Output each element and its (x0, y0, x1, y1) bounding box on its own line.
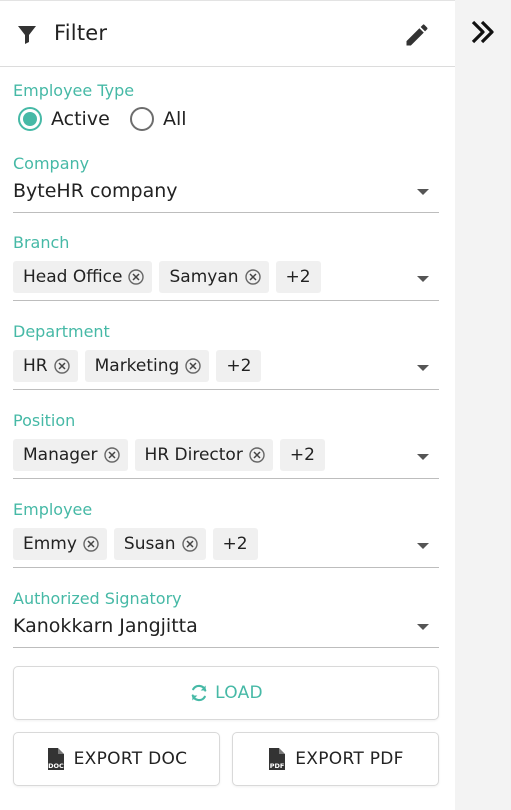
export-pdf-label: EXPORT PDF (295, 749, 404, 769)
chip-label: Emmy (23, 534, 77, 554)
chip-more-count[interactable]: +2 (275, 261, 321, 293)
position-select[interactable]: Manager HR Director +2 (13, 433, 439, 479)
expand-sidebar-button[interactable] (465, 12, 501, 52)
chevron-down-icon (417, 276, 429, 282)
export-doc-button[interactable]: DOC EXPORT DOC (13, 732, 220, 786)
pdf-file-icon: PDF (269, 748, 286, 770)
chevron-down-icon (417, 543, 429, 549)
pencil-icon (406, 24, 428, 46)
radio-active[interactable]: Active (18, 107, 110, 131)
chip-more-count[interactable]: +2 (212, 528, 258, 560)
chip-more-count[interactable]: +2 (279, 439, 325, 471)
filter-header: Filter (0, 1, 455, 67)
chevron-down-icon (417, 189, 429, 195)
department-select[interactable]: HR Marketing +2 (13, 344, 439, 390)
doc-file-icon: DOC (47, 748, 64, 770)
collapsed-sidebar (455, 0, 511, 810)
chip-marketing: Marketing (84, 350, 210, 382)
export-doc-label: EXPORT DOC (73, 749, 188, 769)
close-icon[interactable] (247, 445, 267, 465)
export-pdf-button[interactable]: PDF EXPORT PDF (232, 732, 439, 786)
chip-label: Manager (23, 445, 98, 465)
load-button[interactable]: LOAD (13, 666, 439, 720)
chip-label: Samyan (169, 267, 239, 287)
chip-label: Head Office (23, 267, 123, 287)
close-icon[interactable] (126, 267, 146, 287)
radio-all-circle (130, 107, 154, 131)
branch-chips: Head Office Samyan +2 (13, 261, 328, 293)
close-icon[interactable] (180, 534, 200, 554)
radio-active-label: Active (51, 108, 110, 130)
refresh-icon (191, 684, 207, 702)
pdf-badge: PDF (270, 762, 285, 770)
load-label: LOAD (215, 683, 263, 703)
chevron-down-icon (417, 454, 429, 460)
company-label: Company (13, 154, 90, 173)
chip-susan: Susan (113, 528, 206, 560)
employee-type-label: Employee Type (13, 81, 135, 100)
signatory-value: Kanokkarn Jangjitta (13, 615, 198, 637)
chip-label: HR (23, 356, 48, 376)
close-icon[interactable] (183, 356, 203, 376)
radio-all[interactable]: All (130, 107, 187, 131)
position-chips: Manager HR Director +2 (13, 439, 332, 471)
radio-active-circle (18, 107, 42, 131)
employee-label: Employee (13, 500, 93, 519)
filter-panel: Filter Employee Type Active All Company … (0, 0, 455, 810)
chip-hr-director: HR Director (134, 439, 273, 471)
chip-head-office: Head Office (13, 261, 153, 293)
employee-chips: Emmy Susan +2 (13, 528, 265, 560)
position-label: Position (13, 411, 76, 430)
company-select[interactable]: ByteHR company (13, 177, 439, 213)
signatory-select[interactable]: Kanokkarn Jangjitta (13, 612, 439, 648)
chip-emmy: Emmy (13, 528, 107, 560)
doc-badge: DOC (48, 762, 64, 770)
signatory-label: Authorized Signatory (13, 589, 182, 608)
chip-manager: Manager (13, 439, 128, 471)
close-icon[interactable] (52, 356, 72, 376)
chip-samyan: Samyan (159, 261, 269, 293)
edit-button[interactable] (400, 18, 434, 52)
branch-select[interactable]: Head Office Samyan +2 (13, 255, 439, 301)
chevron-down-icon (417, 624, 429, 630)
close-icon[interactable] (81, 534, 101, 554)
employee-select[interactable]: Emmy Susan +2 (13, 522, 439, 568)
double-chevron-right-icon (471, 20, 494, 44)
radio-all-label: All (163, 108, 187, 130)
department-chips: HR Marketing +2 (13, 350, 268, 382)
chip-label: HR Director (144, 445, 243, 465)
close-icon[interactable] (102, 445, 122, 465)
chip-hr: HR (13, 350, 78, 382)
filter-icon (15, 23, 39, 47)
close-icon[interactable] (243, 267, 263, 287)
chip-more-count[interactable]: +2 (216, 350, 262, 382)
branch-label: Branch (13, 233, 70, 252)
chip-label: Marketing (94, 356, 180, 376)
department-label: Department (13, 322, 110, 341)
chevron-down-icon (417, 365, 429, 371)
company-value: ByteHR company (13, 180, 178, 202)
chip-label: Susan (123, 534, 176, 554)
page-title: Filter (54, 21, 108, 45)
